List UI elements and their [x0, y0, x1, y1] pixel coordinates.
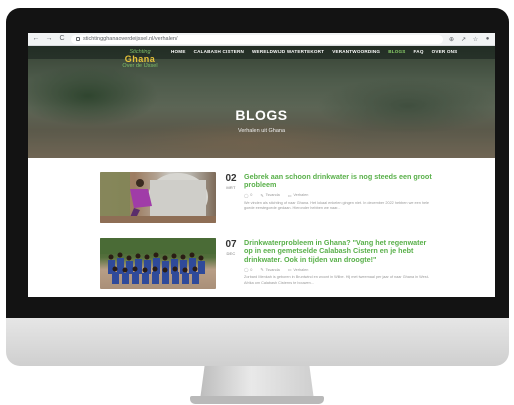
blog-post: 07 DEC Drinkwaterprobleem in Ghana? "Van…: [100, 238, 435, 294]
post-meta: ◯ 0 ✎ Tsvanda ▭ Verhalen: [244, 267, 436, 273]
post-date: 07 DEC: [224, 239, 238, 257]
page-subtitle: Verhalen uit Ghana: [237, 128, 286, 134]
address-bar[interactable]: stichtingghanaoverdeijssel.nl/verhalen/: [71, 34, 443, 44]
post-date-day: 02: [225, 173, 237, 184]
post-date: 02 MRT: [224, 173, 238, 191]
url-text[interactable]: stichtingghanaoverdeijssel.nl/verhalen/: [83, 36, 177, 42]
browser-toolbar: ← → C stichtingghanaoverdeijssel.nl/verh…: [28, 33, 495, 46]
comment-count[interactable]: 0: [250, 193, 252, 197]
post-author[interactable]: Tsvanda: [266, 193, 280, 197]
screen: ← → C stichtingghanaoverdeijssel.nl/verh…: [28, 33, 495, 297]
profile-icon[interactable]: ●: [484, 36, 491, 42]
page-title: BLOGS: [235, 107, 288, 123]
site-logo[interactable]: Stichting Ghana Over de IJssel: [114, 49, 166, 70]
reload-icon[interactable]: C: [58, 34, 66, 44]
post-title-link[interactable]: Gebrek aan schoon drinkwater is nog stee…: [244, 172, 436, 190]
monitor-stand-neck: [200, 366, 314, 400]
post-category[interactable]: Verhalen: [293, 268, 308, 272]
logo-line-ghana: Ghana: [124, 54, 156, 64]
post-author[interactable]: Tsvanda: [266, 268, 280, 272]
menu-item-calabash-cistern[interactable]: CALABASH CISTERN: [194, 49, 244, 54]
zoom-icon[interactable]: ⊕: [448, 36, 455, 43]
post-body: Gebrek aan schoon drinkwater is nog stee…: [244, 172, 436, 212]
comment-count[interactable]: 0: [250, 268, 252, 272]
blog-post: 02 MRT Gebrek aan schoon drinkwater is n…: [100, 172, 435, 228]
menu-item-over-ons[interactable]: OVER ONS: [432, 49, 458, 54]
share-icon[interactable]: ↗: [460, 36, 467, 43]
pencil-icon: ✎: [260, 268, 264, 273]
group-of-schoolchildren-image: [100, 238, 216, 284]
folder-icon: ▭: [287, 268, 292, 273]
woman-at-water-tank-image: [100, 172, 216, 223]
post-category[interactable]: Verhalen: [293, 193, 308, 197]
menu-item-home[interactable]: HOME: [171, 49, 186, 54]
lock-icon: [76, 37, 80, 41]
hero-overlay: [28, 46, 495, 158]
pencil-icon: ✎: [260, 193, 264, 198]
post-excerpt: We vinden als stichting of naar Ghana. H…: [244, 200, 430, 211]
post-thumbnail[interactable]: [100, 172, 216, 223]
logo-line-over-de-ijssel: Over de IJssel: [122, 63, 158, 69]
monitor-chin: [6, 318, 509, 366]
menu-item-wereldwijd-watertekort[interactable]: WERELDWIJD WATERTEKORT: [252, 49, 324, 54]
back-icon[interactable]: ←: [32, 34, 40, 44]
comment-icon: ◯: [244, 193, 249, 198]
bookmark-star-icon[interactable]: ☆: [472, 36, 479, 43]
post-date-day: 07: [225, 239, 237, 250]
post-title-link[interactable]: Drinkwaterprobleem in Ghana? "Vang het r…: [244, 238, 436, 264]
post-excerpt: Zorbard Menkah is geboren in Bruntwind e…: [244, 275, 430, 285]
folder-icon: ▭: [287, 193, 292, 198]
menu-item-faq[interactable]: FAQ: [414, 49, 424, 54]
menu-item-verantwoording[interactable]: VERANTWOORDING: [332, 49, 380, 54]
comment-icon: ◯: [244, 268, 249, 273]
monitor-stand-base: [190, 396, 324, 404]
desktop-monitor-mockup: ← → C stichtingghanaoverdeijssel.nl/verh…: [0, 0, 514, 405]
menu-item-blogs[interactable]: BLOGS: [388, 49, 405, 54]
post-thumbnail[interactable]: [100, 238, 216, 289]
forward-icon[interactable]: →: [45, 34, 53, 44]
post-date-month: MRT: [226, 185, 236, 190]
post-body: Drinkwaterprobleem in Ghana? "Vang het r…: [244, 238, 436, 286]
main-menu: HOME CALABASH CISTERN WERELDWIJD WATERTE…: [171, 49, 457, 54]
post-date-month: DEC: [226, 251, 236, 256]
post-meta: ◯ 0 ✎ Tsvanda ▭ Verhalen: [244, 193, 436, 198]
hero-banner: Stichting Ghana Over de IJssel HOME CALA…: [28, 46, 495, 158]
